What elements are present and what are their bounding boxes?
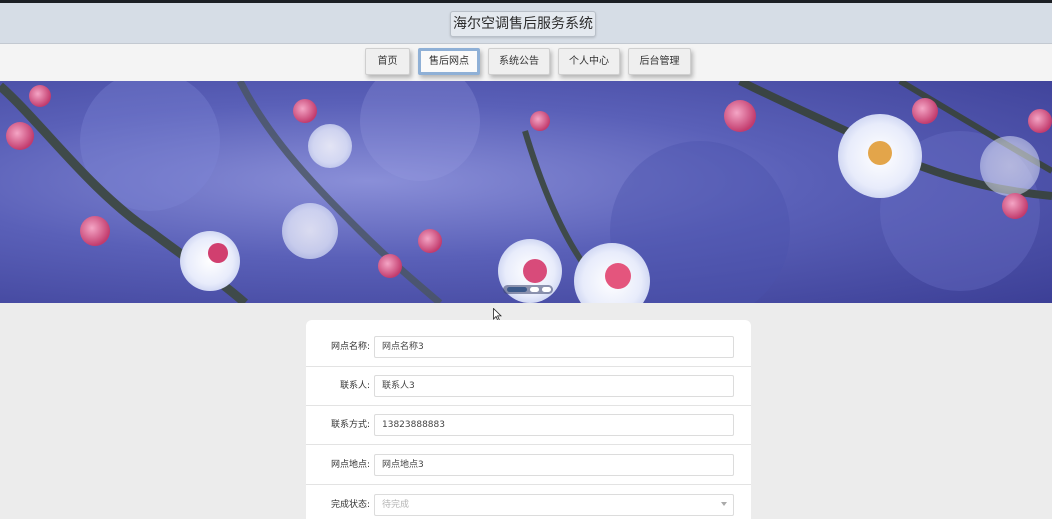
form-row-address: 网点地点: 网点地点3 <box>306 445 751 485</box>
carousel-dot-2[interactable] <box>530 287 539 292</box>
form-row-contact: 联系人: 联系人3 <box>306 366 751 406</box>
carousel-dot-3[interactable] <box>542 287 551 292</box>
status-label: 完成状态: <box>330 500 370 510</box>
chevron-down-icon <box>721 502 727 506</box>
nav-personal-center[interactable]: 个人中心 <box>558 48 620 75</box>
status-select[interactable]: 待完成 <box>374 494 734 516</box>
header: 海尔空调售后服务系统 <box>0 3 1052 44</box>
phone-label: 联系方式: <box>330 420 370 430</box>
outlet-detail-form: 网点名称: 网点名称3 联系人: 联系人3 联系方式: 13823888883 … <box>306 320 751 519</box>
form-row-phone: 联系方式: 13823888883 <box>306 405 751 445</box>
status-select-value: 待完成 <box>382 500 410 510</box>
form-row-outlet-name: 网点名称: 网点名称3 <box>306 327 751 367</box>
contact-label: 联系人: <box>339 381 370 391</box>
outlet-name-label: 网点名称: <box>330 342 370 352</box>
carousel-indicators <box>503 285 553 294</box>
contact-input[interactable]: 联系人3 <box>374 375 734 397</box>
main-nav: 首页 售后网点 系统公告 个人中心 后台管理 <box>0 44 1052 81</box>
phone-input[interactable]: 13823888883 <box>374 414 734 436</box>
form-row-status: 完成状态: 待完成 <box>306 485 751 519</box>
plum-blossom-image <box>0 81 1052 303</box>
nav-announcements[interactable]: 系统公告 <box>488 48 550 75</box>
nav-service-outlets[interactable]: 售后网点 <box>418 48 480 75</box>
nav-admin[interactable]: 后台管理 <box>628 48 691 75</box>
site-title: 海尔空调售后服务系统 <box>450 11 596 37</box>
address-input[interactable]: 网点地点3 <box>374 454 734 476</box>
outlet-name-input[interactable]: 网点名称3 <box>374 336 734 358</box>
carousel-dot-1[interactable] <box>507 287 527 292</box>
banner-carousel[interactable] <box>0 81 1052 303</box>
address-label: 网点地点: <box>330 460 370 470</box>
nav-home[interactable]: 首页 <box>365 48 410 75</box>
